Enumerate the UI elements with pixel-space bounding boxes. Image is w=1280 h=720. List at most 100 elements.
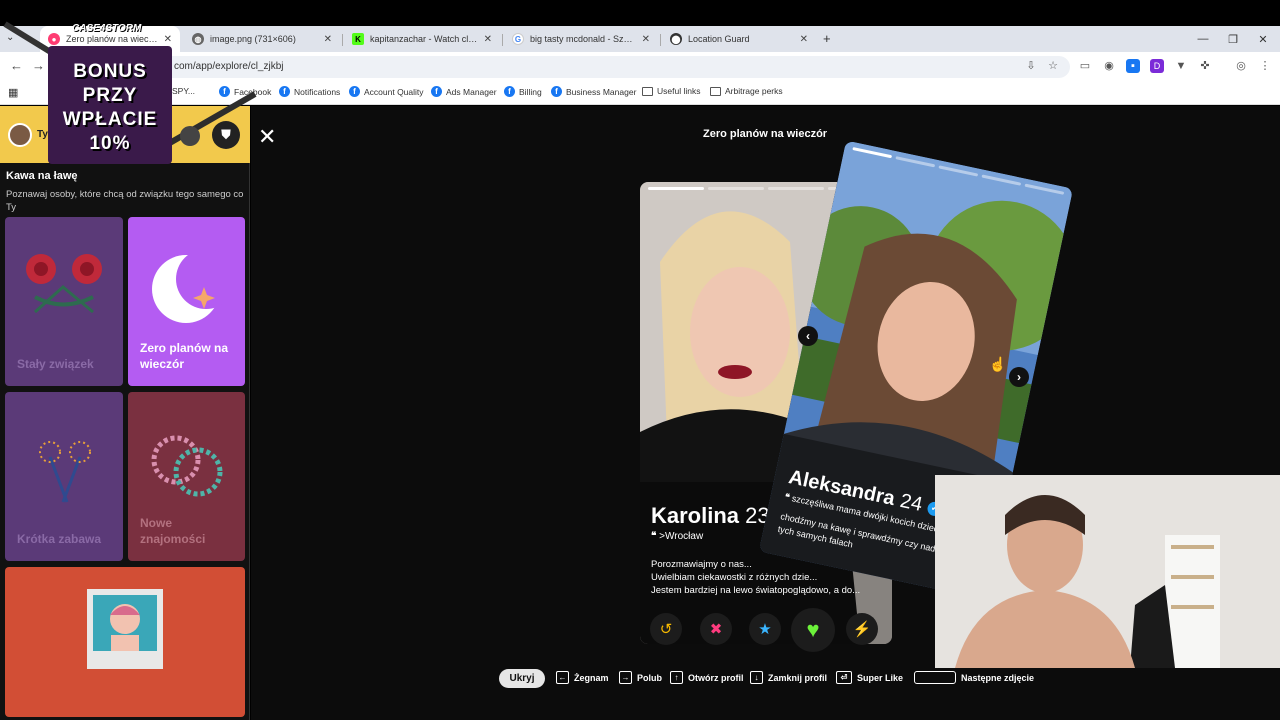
location-pin-icon: ⬤: [670, 33, 682, 45]
promo-text: BONUS PRZY WPŁACIE 10%: [48, 60, 172, 156]
close-tab-icon[interactable]: ✕: [800, 34, 808, 45]
bookmark-label: Business Manager: [566, 86, 637, 97]
kick-icon: K: [352, 33, 364, 45]
bookmark-account-quality[interactable]: f Account Quality: [349, 86, 424, 97]
star-icon: ★: [758, 621, 772, 638]
extension-blue-icon[interactable]: ▪: [1126, 59, 1140, 73]
webcam-overlay: [935, 475, 1280, 668]
next-photo-arrow-icon[interactable]: ›: [1009, 367, 1029, 387]
like-button[interactable]: ♥: [791, 608, 835, 652]
action-buttons: ↺ ✖ ★ ♥ ⚡: [645, 606, 885, 652]
profile-icon[interactable]: ◎: [1234, 59, 1248, 73]
close-tab-icon[interactable]: ✕: [642, 34, 650, 45]
card-polaroid[interactable]: [5, 567, 245, 717]
close-button[interactable]: ✕: [258, 124, 276, 150]
explore-sidebar: Ty ⛊ Kawa na ławę Poznawaj osoby, które …: [0, 106, 250, 720]
bookmark-star-icon[interactable]: ☆: [1046, 59, 1060, 73]
quote-icon: ❝: [783, 491, 791, 503]
close-tab-icon[interactable]: ✕: [324, 34, 332, 45]
promo-line: 10%: [89, 133, 131, 154]
google-icon: G: [512, 33, 524, 45]
promo-line: BONUS: [73, 61, 147, 82]
install-app-icon[interactable]: ⇩: [1024, 59, 1038, 73]
page-title: Zero planów na wieczór: [703, 128, 828, 140]
shortcut-close-profile: ↓ Zamknij profil: [750, 671, 827, 684]
card-krotka-zabawa[interactable]: Krótka zabawa: [5, 392, 123, 561]
facebook-icon: f: [431, 86, 442, 97]
bookmark-label: Billing: [519, 86, 542, 97]
profile-location: ❝ >Wrocław: [651, 531, 703, 542]
profile-name: Karolina 23: [651, 503, 770, 529]
bookmark-label: Ads Manager: [446, 86, 497, 97]
bookmark-useful-links[interactable]: Useful links: [642, 86, 700, 96]
hand-cursor-icon: ☝: [989, 356, 1007, 372]
shortcut-next-photo: Następne zdjęcie: [914, 671, 1034, 684]
shortcut-label: Super Like: [857, 672, 904, 683]
bonus-promo-banner[interactable]: BONUS PRZY WPŁACIE 10%: [48, 46, 172, 164]
quote-icon: ❝: [651, 531, 657, 542]
card-staly-zwiazek[interactable]: Stały związek: [5, 217, 123, 386]
card-label: Zero planów na wieczór: [140, 341, 229, 371]
card-label: Stały związek: [17, 357, 94, 371]
extension-icon[interactable]: ◉: [1102, 59, 1116, 73]
bolt-icon: ⚡: [852, 621, 872, 638]
close-window-icon[interactable]: ✕: [1248, 26, 1278, 52]
card-nowe-znajomosci[interactable]: Nowe znajomości: [128, 392, 245, 561]
shortcut-label: Żegnam: [574, 672, 609, 683]
bookmark-arbitrage-perks[interactable]: Arbitrage perks: [710, 86, 783, 96]
boost-button[interactable]: ⚡: [846, 613, 878, 645]
folder-icon: [642, 86, 653, 96]
polaroid-portrait-icon: [87, 589, 163, 669]
minimize-icon[interactable]: —: [1188, 26, 1218, 52]
shortcut-nope: ← Żegnam: [556, 671, 609, 684]
up-key-icon: ↑: [670, 671, 683, 684]
bookmark-ads-manager[interactable]: f Ads Manager: [431, 86, 497, 97]
card-zero-planow[interactable]: Zero planów na wieczór: [128, 217, 245, 386]
tab-location-guard[interactable]: ⬤ Location Guard ✕: [662, 26, 816, 52]
bookmark-business-manager[interactable]: f Business Manager: [551, 86, 636, 97]
more-menu-icon[interactable]: ⋮: [1258, 59, 1272, 73]
bookmark-billing[interactable]: f Billing: [504, 86, 542, 97]
facebook-icon: f: [504, 86, 515, 97]
tab-title: kapitanzachar - Watch clips on Kick: [370, 34, 478, 44]
tab-kick[interactable]: K kapitanzachar - Watch clips on Kick ✕: [344, 26, 500, 52]
bio-line: Uwielbiam ciekawostki z różnych dzie...: [651, 572, 818, 583]
facebook-icon: f: [279, 86, 290, 97]
bookmark-label: Notifications: [294, 86, 341, 97]
tab-google[interactable]: G big tasty mcdonald - Szukaj w Google ✕: [504, 26, 658, 52]
close-tab-icon[interactable]: ✕: [484, 34, 492, 45]
bookmark-notifications[interactable]: f Notifications: [279, 86, 340, 97]
section-description: Poznawaj osoby, które chcą od związku te…: [6, 189, 244, 213]
extensions-puzzle-icon[interactable]: ✜: [1198, 59, 1212, 73]
rewind-icon: ↺: [659, 621, 673, 638]
previous-photo-arrow-icon[interactable]: ‹: [798, 326, 818, 346]
address-bar[interactable]: com/app/explore/cl_zjkbj: [150, 56, 1070, 78]
profile-location-text: >Wrocław: [659, 531, 704, 542]
shortcut-super-like: ⏎ Super Like: [836, 671, 903, 684]
webcam-feed: [935, 475, 1280, 668]
tab-title: Location Guard: [688, 34, 750, 44]
super-like-button[interactable]: ★: [749, 613, 781, 645]
shortcut-label: Polub: [637, 672, 662, 683]
restore-icon[interactable]: ❐: [1218, 26, 1248, 52]
folder-icon: [710, 86, 721, 96]
hide-shortcuts-button[interactable]: Ukryj: [499, 669, 545, 688]
screen: ⌄ ● Zero planów na wieczór | Tinder ✕ ◍ …: [0, 0, 1280, 720]
camera-icon[interactable]: ▭: [1078, 59, 1092, 73]
bookmark-label: Account Quality: [364, 86, 424, 97]
section-title: Kawa na ławę: [6, 170, 78, 182]
enter-key-icon: ⏎: [836, 671, 852, 684]
nope-button[interactable]: ✖: [700, 613, 732, 645]
tab-separator: [342, 34, 343, 46]
left-key-icon: ←: [556, 671, 569, 684]
extension-purple-icon[interactable]: D: [1150, 59, 1164, 73]
tab-separator: [502, 34, 503, 46]
new-tab-button[interactable]: +: [823, 31, 831, 46]
rewind-button[interactable]: ↺: [650, 613, 682, 645]
bookmark-label: Arbitrage perks: [725, 86, 783, 96]
promo-logo: CASE4STORM: [72, 23, 142, 34]
location-guard-extension-icon[interactable]: ▼: [1174, 59, 1188, 73]
shortcut-label: Otwórz profil: [688, 672, 744, 683]
bookmark-label: Useful links: [657, 86, 701, 96]
nope-icon: ✖: [709, 621, 723, 638]
